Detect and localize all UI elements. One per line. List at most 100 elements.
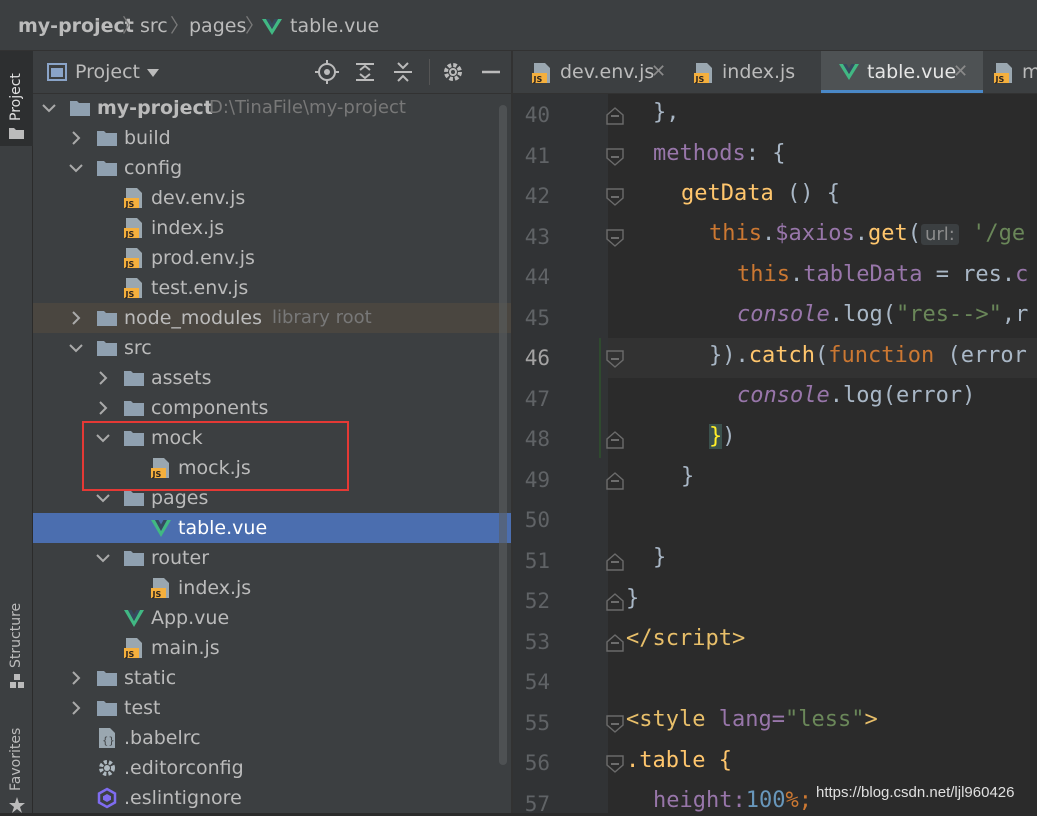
chevron-right-icon[interactable]: [95, 370, 111, 386]
tree-item[interactable]: JS dev.env.js: [33, 183, 511, 213]
tree-item[interactable]: my-project D:\TinaFile\my-project: [33, 93, 511, 123]
fold-open-icon[interactable]: [606, 147, 624, 166]
breadcrumb-pages[interactable]: pages: [189, 14, 246, 38]
chevron-down-icon[interactable]: [95, 550, 111, 566]
project-tool-tab[interactable]: Project: [0, 51, 33, 146]
chevron-right-icon[interactable]: [68, 700, 84, 716]
chevron-down-icon[interactable]: [95, 490, 111, 506]
js-file-icon: JS: [124, 638, 142, 659]
tree-item[interactable]: test: [33, 693, 511, 723]
code-line-41: methods: {: [653, 141, 785, 166]
star-icon: [9, 797, 25, 813]
code-line-43: this.$axios.get(url: '/ge: [709, 221, 1025, 246]
code-token: 100: [745, 788, 786, 813]
breadcrumb-project[interactable]: my-project: [18, 14, 134, 38]
fold-open-icon[interactable]: [606, 755, 624, 773]
chevron-down-icon[interactable]: [68, 160, 84, 176]
line-number: 49: [524, 467, 550, 492]
js-file-icon: JS: [124, 278, 142, 299]
fold-open-icon[interactable]: [606, 714, 624, 733]
fold-end-icon[interactable]: [606, 633, 624, 652]
fold-end-icon[interactable]: [606, 431, 624, 449]
fold-open-icon[interactable]: [606, 350, 624, 368]
tree-item[interactable]: components: [33, 393, 511, 423]
tab-table-vue[interactable]: table.vue ✕: [821, 51, 983, 93]
tree-item[interactable]: {} .babelrc: [33, 723, 511, 753]
code-line-46: }).catch(function (error: [709, 343, 1027, 368]
chevron-down-icon[interactable]: [41, 100, 57, 116]
tree-item[interactable]: JS prod.env.js: [33, 243, 511, 273]
code-token: .: [854, 221, 868, 246]
tree-item[interactable]: .eslintignore: [33, 783, 511, 813]
tree-item[interactable]: JS index.js: [33, 213, 511, 243]
favorites-tool-tab[interactable]: Favorites: [0, 719, 33, 813]
tree-item[interactable]: router: [33, 543, 511, 573]
tree-item-label: prod.env.js: [151, 247, 255, 269]
code-token: this: [709, 221, 762, 246]
tree-item[interactable]: JS main.js: [33, 633, 511, 663]
code-line-40: },: [653, 100, 680, 125]
tab-dev-env-js[interactable]: JS dev.env.js ✕: [513, 51, 673, 93]
chevron-right-icon[interactable]: [68, 130, 84, 146]
breadcrumb-file[interactable]: table.vue: [290, 14, 379, 38]
locate-icon[interactable]: [315, 60, 339, 84]
tree-item[interactable]: .editorconfig: [33, 753, 511, 783]
code-line-42: getData () {: [681, 181, 840, 206]
line-number: 44: [524, 265, 550, 289]
fold-end-icon[interactable]: [606, 471, 624, 490]
code-token: console: [737, 383, 830, 408]
favorites-tool-label: Favorites: [8, 727, 24, 791]
chevron-down-icon[interactable]: [147, 69, 159, 77]
code-token: (: [907, 221, 921, 246]
tree-item-label: node_modules: [124, 307, 263, 329]
tree-item[interactable]: assets: [33, 363, 511, 393]
tree-item-label: .editorconfig: [124, 757, 244, 779]
tab-index-js[interactable]: JS index.js: [673, 51, 821, 93]
chevron-right-icon[interactable]: [95, 400, 111, 416]
tree-item[interactable]: config: [33, 153, 511, 183]
line-number: 40: [524, 103, 550, 127]
code-line-56: .table {: [626, 748, 732, 773]
code-token: getData: [681, 181, 774, 206]
gear-icon[interactable]: [441, 60, 465, 84]
fold-end-icon[interactable]: [606, 552, 624, 571]
structure-tool-tab[interactable]: Structure: [0, 596, 33, 696]
code-token: <: [626, 707, 640, 732]
fold-open-icon[interactable]: [606, 188, 624, 206]
js-file-icon: JS: [124, 188, 142, 209]
tree-item[interactable]: build: [33, 123, 511, 153]
vue-file-icon: [151, 520, 171, 537]
tool-window-stripe: Project Structure Favorites: [0, 51, 33, 813]
fold-open-icon[interactable]: [606, 228, 624, 247]
chevron-down-icon[interactable]: [68, 340, 84, 356]
svg-text:JS: JS: [695, 75, 705, 84]
code-token: "res-->": [895, 302, 1002, 327]
tree-item[interactable]: App.vue: [33, 603, 511, 633]
close-icon[interactable]: ✕: [651, 61, 666, 82]
code-token: methods: [653, 141, 746, 166]
chevron-right-icon[interactable]: [68, 670, 84, 686]
collapse-all-icon[interactable]: [391, 60, 415, 84]
hide-panel-icon[interactable]: [479, 60, 503, 84]
tree-item[interactable]: JS index.js: [33, 573, 511, 603]
fold-end-icon[interactable]: [606, 107, 624, 125]
tab-mock-js[interactable]: JS m: [983, 51, 1037, 93]
vue-file-icon: [124, 610, 144, 627]
tree-item[interactable]: src: [33, 333, 511, 363]
tree-item[interactable]: table.vue: [33, 513, 511, 543]
tree-item[interactable]: node_modules library root: [33, 303, 511, 333]
tree-item-label: .babelrc: [124, 727, 201, 749]
tree-item[interactable]: JS test.env.js: [33, 273, 511, 303]
chevron-right-icon[interactable]: [68, 310, 84, 326]
fold-end-icon[interactable]: [606, 593, 624, 611]
breadcrumb-src[interactable]: src: [140, 14, 168, 38]
close-icon[interactable]: ✕: [953, 61, 968, 82]
tree-item-label: build: [124, 127, 171, 149]
svg-text:JS: JS: [152, 590, 162, 599]
expand-all-icon[interactable]: [353, 60, 377, 84]
project-view-icon: [47, 63, 67, 81]
project-panel-title[interactable]: Project: [75, 61, 140, 83]
tree-item[interactable]: static: [33, 663, 511, 693]
code-token: .: [789, 262, 804, 287]
line-number: 48: [524, 427, 550, 451]
